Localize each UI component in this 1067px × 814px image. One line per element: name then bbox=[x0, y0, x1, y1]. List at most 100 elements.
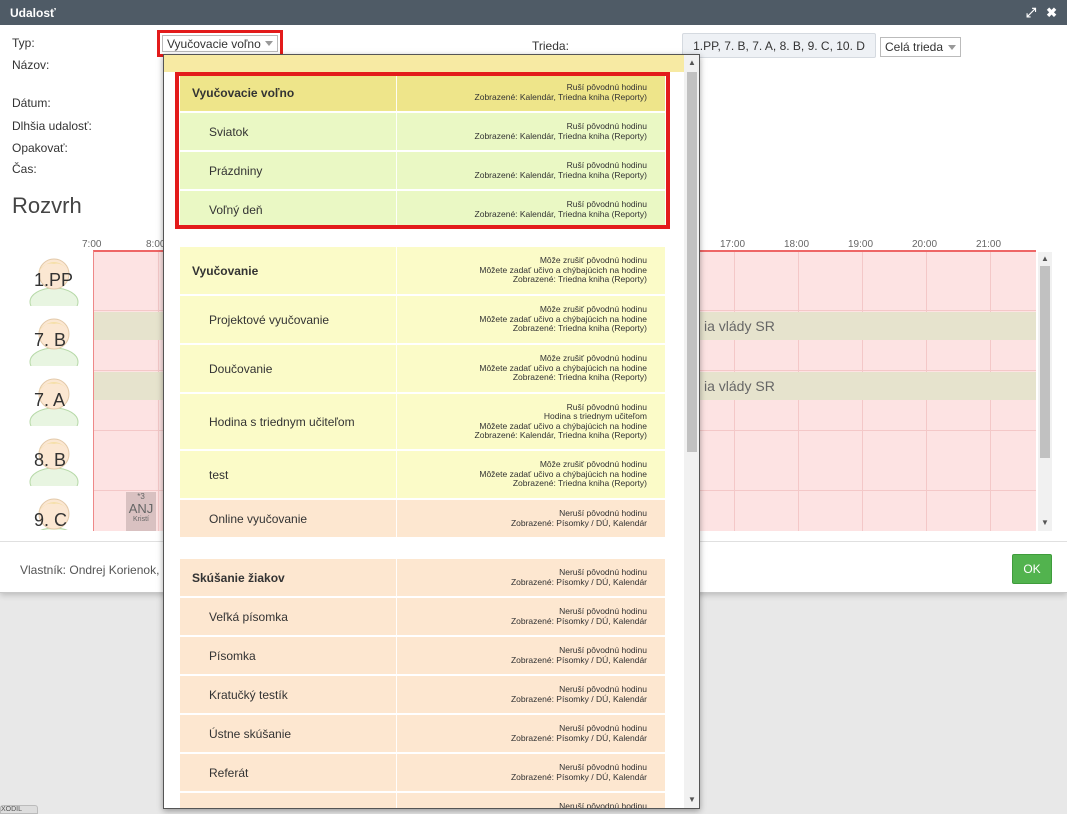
option-item[interactable]: Sviatok Ruší pôvodnú hodinu Zobrazené: Kal… bbox=[180, 113, 665, 152]
class-row[interactable]: 7. A bbox=[26, 370, 86, 428]
class-name: 8. B bbox=[34, 450, 67, 470]
class-name: 1.PP bbox=[34, 270, 74, 290]
option-label: Vyučovanie bbox=[180, 247, 397, 294]
dialog-title: Udalosť bbox=[10, 5, 56, 20]
dropdown-scrollbar[interactable]: ▲ ▼ bbox=[684, 55, 699, 808]
option-description: Neruší pôvodnú hodinuZobrazené: Písomky … bbox=[397, 559, 665, 596]
option-description: Ruší pôvodnú hodinu Zobrazené: Kalendár, … bbox=[397, 74, 665, 111]
option-item[interactable]: Hodina s triednym učiteľom Ruší pôvodnú h… bbox=[180, 394, 665, 451]
option-description-line: Zobrazené: Písomky / DÚ, Kalendár bbox=[510, 732, 647, 743]
option-description: Ruší pôvodnú hodinu Zobrazené: Kalendár, … bbox=[397, 152, 665, 189]
hour-label: 18:00 bbox=[784, 239, 810, 250]
owner-text: Vlastník: Ondrej Korienok, bbox=[20, 563, 160, 577]
option-description-line: Zobrazené: Kalendár, Triedna kniha (Repo… bbox=[474, 169, 647, 180]
option-description-line: Neruší pôvodnú hodinu bbox=[559, 801, 647, 809]
datum-label: Dátum: bbox=[12, 96, 51, 110]
expand-icon[interactable]: ⤢ bbox=[1026, 5, 1036, 21]
hour-label: 21:00 bbox=[976, 239, 1002, 250]
class-name: 7. A bbox=[34, 390, 66, 410]
option-description-line: Zobrazené: Kalendár, Triedna kniha (Repo… bbox=[474, 91, 647, 102]
schedule-scrollbar[interactable]: ▲ ▼ bbox=[1038, 252, 1052, 531]
option-item[interactable]: Kratučký testík Neruší pôvodnú hodinu Zobr… bbox=[180, 676, 665, 715]
type-select-value: Vyučovacie voľno bbox=[167, 36, 261, 51]
hour-label: 20:00 bbox=[912, 239, 938, 250]
option-description: Neruší pôvodnú hodinuZobrazené: Písomky … bbox=[397, 500, 665, 537]
typ-label: Typ: bbox=[12, 36, 35, 50]
dropdown-top-strip bbox=[164, 55, 684, 72]
opakovat-label: Opakovať: bbox=[12, 141, 68, 155]
close-icon[interactable]: ✖ bbox=[1046, 5, 1057, 21]
hour-label: 17:00 bbox=[720, 239, 746, 250]
ok-button[interactable]: OK bbox=[1012, 554, 1052, 584]
trieda-field[interactable]: 1.PP, 7. B, 7. A, 8. B, 9. C, 10. D bbox=[682, 33, 876, 58]
option-description: Neruší pôvodnú hodinuZobrazené: Písomky … bbox=[397, 715, 665, 752]
option-label: Hodina s triednym učiteľom bbox=[180, 394, 397, 449]
cas-label: Čas: bbox=[12, 162, 37, 176]
lesson-subject: ANJ bbox=[128, 501, 154, 516]
option-item[interactable]: Voľný deň Ruší pôvodnú hodinu Zobrazené: K… bbox=[180, 191, 665, 230]
scroll-down-icon[interactable]: ▼ bbox=[688, 795, 696, 804]
rozvrh-title: Rozvrh bbox=[12, 193, 82, 218]
option-description-line: Zobrazené: Triedna kniha (Reporty) bbox=[512, 274, 647, 285]
option-label: Kratučký testík bbox=[180, 676, 397, 713]
scroll-thumb[interactable] bbox=[687, 72, 697, 452]
option-description-line: Zobrazené: Kalendár, Triedna kniha (Repo… bbox=[474, 430, 647, 440]
type-dropdown[interactable]: Vyučovacie voľno Ruší pôvodnú hodinu Zobra… bbox=[163, 54, 700, 809]
class-row[interactable]: 9. C bbox=[26, 490, 86, 530]
option-item[interactable]: Veľká písomka Neruší pôvodnú hodinu Zobraz… bbox=[180, 598, 665, 637]
class-name: 9. C bbox=[34, 510, 68, 530]
option-item[interactable]: Doučovanie Môže zrušiť pôvodnú hodinu Môže… bbox=[180, 345, 665, 394]
option-item[interactable]: Prázdniny Ruší pôvodnú hodinu Zobrazené: K… bbox=[180, 152, 665, 191]
scroll-thumb[interactable] bbox=[1040, 266, 1050, 458]
option-item[interactable]: Referát Neruší pôvodnú hodinu Zobrazené: P… bbox=[180, 754, 665, 793]
option-description: Neruší pôvodnú hodinuZobrazené: Písomky … bbox=[397, 637, 665, 674]
option-description-line: Zobrazené: Triedna kniha (Reporty) bbox=[512, 372, 647, 383]
class-row[interactable]: 7. B bbox=[26, 310, 86, 368]
option-description: Ruší pôvodnú hodinu Zobrazené: Kalendár, … bbox=[397, 191, 665, 228]
option-description-line: Zobrazené: Písomky / DÚ, Kalendár bbox=[510, 693, 647, 704]
option-item[interactable]: Ústne skúšanie Neruší pôvodnú hodinu Zobra… bbox=[180, 715, 665, 754]
option-description-line: Zobrazené: Písomky / DÚ, Kalendár bbox=[510, 771, 647, 782]
trieda-value: 1.PP, 7. B, 7. A, 8. B, 9. C, 10. D bbox=[693, 38, 865, 53]
bottom-tab[interactable]: XODIL bbox=[0, 805, 38, 814]
type-select[interactable]: Vyučovacie voľno bbox=[162, 35, 278, 52]
scroll-down-icon[interactable]: ▼ bbox=[1041, 518, 1049, 527]
option-description-line: Zobrazené: Písomky / DÚ, Kalendár bbox=[510, 654, 647, 665]
class-row[interactable]: 8. B bbox=[26, 430, 86, 488]
option-label: Skúšanie žiakov bbox=[180, 559, 397, 596]
dlhsia-udalost-label: Dlhšia udalosť: bbox=[12, 119, 92, 133]
option-description: Ruší pôvodnú hodinu Zobrazené: Kalendár, … bbox=[397, 113, 665, 150]
option-description: Neruší pôvodnú hodinuZobrazené: Písomky … bbox=[397, 754, 665, 791]
option-group-header[interactable]: Skúšanie žiakov Neruší pôvodnú hodinu Zobr… bbox=[180, 559, 665, 598]
option-label: Sviatok bbox=[180, 113, 397, 150]
option-group-vyucovanie: Vyučovanie Môže zrušiť pôvodnú hodinu Môže… bbox=[180, 247, 665, 539]
option-group-header[interactable]: Vyučovanie Môže zrušiť pôvodnú hodinu Môže… bbox=[180, 247, 665, 296]
option-item[interactable]: test Môže zrušiť pôvodnú hodinu Môžete zad… bbox=[180, 451, 665, 500]
option-description-line: Zobrazené: Písomky / DÚ, Kalendár bbox=[510, 576, 647, 587]
option-description: Neruší pôvodnú hodinuZobrazené: Písomky … bbox=[397, 676, 665, 713]
option-group-skusanie: Skúšanie žiakov Neruší pôvodnú hodinu Zobr… bbox=[180, 559, 665, 809]
nazov-label: Názov: bbox=[12, 58, 50, 72]
option-description-line: Zobrazené: Kalendár, Triedna kniha (Repo… bbox=[474, 208, 647, 219]
trieda-label: Trieda: bbox=[532, 39, 569, 53]
lesson-teacher: Kristí bbox=[133, 516, 149, 523]
option-label: Ústne skúšanie bbox=[180, 715, 397, 752]
option-label: Voľný deň bbox=[180, 191, 397, 228]
hour-label: 19:00 bbox=[848, 239, 874, 250]
class-row[interactable]: 1.PP bbox=[26, 250, 86, 308]
option-item[interactable]: Neruší pôvodnú hodinuZobrazené: Písomky … bbox=[180, 793, 665, 809]
option-label: Prázdniny bbox=[180, 152, 397, 189]
option-description: Môže zrušiť pôvodnú hodinu Môžete zadať u… bbox=[397, 451, 665, 498]
option-item[interactable]: Písomka Neruší pôvodnú hodinu Zobrazené: P… bbox=[180, 637, 665, 676]
option-description: Môže zrušiť pôvodnú hodinu Môžete zadať u… bbox=[397, 247, 665, 294]
scroll-up-icon[interactable]: ▲ bbox=[1041, 254, 1049, 263]
option-label: test bbox=[180, 451, 397, 498]
option-label: Doučovanie bbox=[180, 345, 397, 392]
option-group-header[interactable]: Vyučovacie voľno Ruší pôvodnú hodinu Zobra… bbox=[180, 74, 665, 113]
scroll-up-icon[interactable]: ▲ bbox=[688, 58, 696, 67]
cela-trieda-select[interactable]: Celá trieda bbox=[880, 37, 961, 57]
option-description: Môže zrušiť pôvodnú hodinu Môžete zadať u… bbox=[397, 345, 665, 392]
option-item[interactable]: Projektové vyučovanie Môže zrušiť pôvodnú… bbox=[180, 296, 665, 345]
lesson-block[interactable]: *3 ANJ Kristí bbox=[126, 492, 156, 531]
option-item[interactable]: Online vyučovanie Neruší pôvodnú hodinu Zo… bbox=[180, 500, 665, 539]
